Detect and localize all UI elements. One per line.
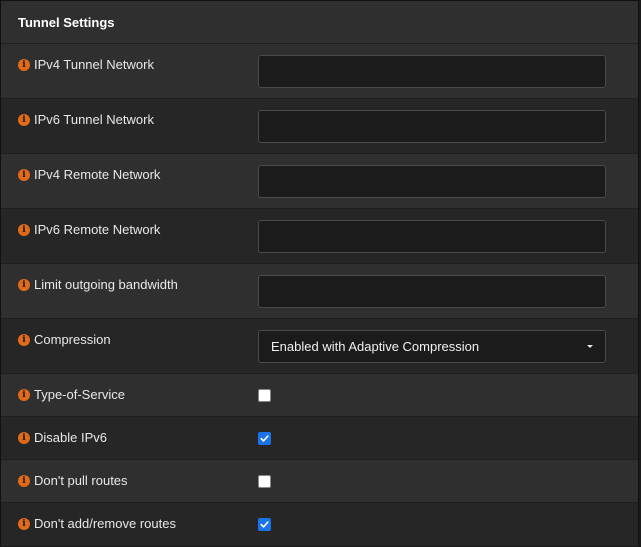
field-label: i IPv6 Tunnel Network (1, 99, 241, 153)
panel-title: Tunnel Settings (1, 1, 638, 44)
label-compression: Compression (34, 332, 111, 347)
label-type-of-service: Type-of-Service (34, 387, 126, 402)
row-ipv6-tunnel-network: i IPv6 Tunnel Network (1, 99, 638, 154)
info-icon[interactable]: i (18, 432, 30, 444)
label-ipv4-tunnel-network: IPv4 Tunnel Network (34, 57, 154, 72)
row-dont-add-remove-routes: i Don't add/remove routes (1, 503, 638, 546)
compression-select[interactable]: Enabled with Adaptive Compression (258, 329, 606, 363)
info-icon[interactable]: i (18, 114, 30, 126)
checkmark-icon (260, 521, 269, 528)
info-icon[interactable]: i (18, 169, 30, 181)
info-icon[interactable]: i (18, 224, 30, 236)
info-icon[interactable]: i (18, 279, 30, 291)
row-ipv4-remote-network: i IPv4 Remote Network (1, 154, 638, 209)
ipv6-remote-network-input[interactable] (258, 219, 606, 253)
label-limit-outgoing-bandwidth: Limit outgoing bandwidth (34, 277, 178, 292)
caret-down-icon (587, 344, 593, 348)
field-label: i Don't pull routes (1, 460, 241, 502)
field-label: i IPv4 Tunnel Network (1, 44, 241, 98)
label-disable-ipv6: Disable IPv6 (34, 430, 107, 445)
dont-pull-routes-checkbox[interactable] (258, 474, 271, 488)
ipv4-tunnel-network-input[interactable] (258, 54, 606, 88)
field-label: i IPv4 Remote Network (1, 154, 241, 208)
field-label: i Don't add/remove routes (1, 503, 241, 546)
row-type-of-service: i Type-of-Service (1, 374, 638, 417)
tunnel-settings-panel: Tunnel Settings i IPv4 Tunnel Network i … (0, 0, 639, 546)
ipv6-tunnel-network-input[interactable] (258, 109, 606, 143)
compression-selected-value: Enabled with Adaptive Compression (271, 338, 480, 354)
info-icon[interactable]: i (18, 334, 30, 346)
field-label: i Compression (1, 319, 241, 373)
type-of-service-checkbox[interactable] (258, 388, 271, 402)
label-dont-pull-routes: Don't pull routes (34, 473, 128, 488)
field-label: i Limit outgoing bandwidth (1, 264, 241, 318)
field-label: i IPv6 Remote Network (1, 209, 241, 263)
checkmark-icon (260, 434, 269, 442)
label-ipv6-remote-network: IPv6 Remote Network (34, 222, 161, 237)
row-disable-ipv6: i Disable IPv6 (1, 417, 638, 460)
info-icon[interactable]: i (18, 389, 30, 401)
disable-ipv6-checkbox[interactable] (258, 431, 271, 445)
dont-add-remove-routes-checkbox[interactable] (258, 518, 271, 531)
label-ipv4-remote-network: IPv4 Remote Network (34, 167, 161, 182)
limit-outgoing-bandwidth-input[interactable] (258, 274, 606, 308)
field-label: i Disable IPv6 (1, 417, 241, 459)
field-label: i Type-of-Service (1, 374, 241, 416)
info-icon[interactable]: i (18, 475, 30, 487)
label-dont-add-remove-routes: Don't add/remove routes (34, 516, 176, 531)
row-limit-outgoing-bandwidth: i Limit outgoing bandwidth (1, 264, 638, 319)
label-ipv6-tunnel-network: IPv6 Tunnel Network (34, 112, 154, 127)
row-compression: i Compression Enabled with Adaptive Comp… (1, 319, 638, 374)
info-icon[interactable]: i (18, 59, 30, 71)
ipv4-remote-network-input[interactable] (258, 164, 606, 198)
row-ipv4-tunnel-network: i IPv4 Tunnel Network (1, 44, 638, 99)
info-icon[interactable]: i (18, 518, 30, 530)
row-ipv6-remote-network: i IPv6 Remote Network (1, 209, 638, 264)
row-dont-pull-routes: i Don't pull routes (1, 460, 638, 503)
